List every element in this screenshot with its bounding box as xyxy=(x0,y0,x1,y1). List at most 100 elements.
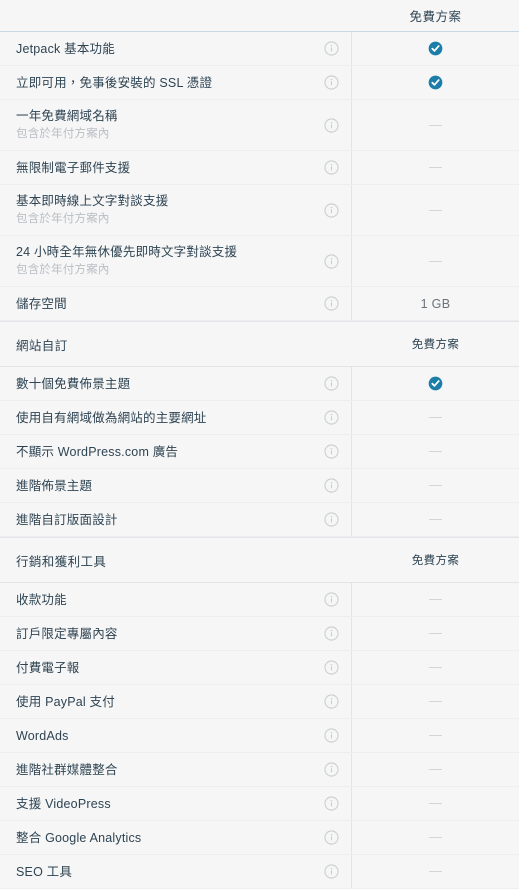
feature-title: Jetpack 基本功能 xyxy=(16,41,115,56)
feature-row: 使用 PayPal 支付 xyxy=(0,685,519,719)
feature-title: 一年免費網域名稱 xyxy=(16,109,118,123)
feature-row: 儲存空間 1 GB xyxy=(0,287,519,321)
info-icon[interactable] xyxy=(324,253,339,269)
feature-title: 付費電子報 xyxy=(16,660,80,675)
plan-value-cell xyxy=(352,367,519,400)
feature-title: 基本即時線上文字對談支援 xyxy=(16,194,169,208)
feature-title: 24 小時全年無休優先即時文字對談支援 xyxy=(16,245,238,259)
feature-cell: 一年免費網域名稱 包含於年付方案內 xyxy=(0,100,352,150)
dash-icon xyxy=(429,260,442,262)
feature-text: Jetpack 基本功能 xyxy=(16,33,316,65)
plan-value-cell xyxy=(352,651,519,684)
info-icon[interactable] xyxy=(324,864,339,879)
dash-icon xyxy=(429,599,442,600)
info-icon[interactable] xyxy=(324,160,339,175)
feature-cell: 訂戶限定專屬內容 xyxy=(0,617,352,650)
feature-row: Jetpack 基本功能 xyxy=(0,32,519,66)
info-icon[interactable] xyxy=(324,796,339,811)
feature-text: 收款功能 xyxy=(16,584,316,616)
feature-cell: 付費電子報 xyxy=(0,651,352,684)
feature-row: 進階社群媒體整合 xyxy=(0,753,519,787)
info-icon[interactable] xyxy=(324,410,339,425)
check-circle-icon xyxy=(428,75,443,90)
plan-value-cell xyxy=(352,855,519,888)
feature-title: 使用自有網域做為網站的主要網址 xyxy=(16,410,207,425)
info-icon[interactable] xyxy=(324,478,339,493)
feature-row: 無限制電子郵件支援 xyxy=(0,151,519,185)
plan-value-cell xyxy=(352,185,519,235)
plan-value-cell xyxy=(352,32,519,65)
plan-value-cell xyxy=(352,435,519,468)
feature-text: WordAds xyxy=(16,720,316,752)
feature-cell: 數十個免費佈景主題 xyxy=(0,367,352,400)
info-icon[interactable] xyxy=(324,626,339,641)
dash-icon xyxy=(429,701,442,702)
feature-cell: Jetpack 基本功能 xyxy=(0,32,352,65)
dash-icon xyxy=(429,451,442,452)
info-icon[interactable] xyxy=(324,830,339,845)
feature-text: 支援 VideoPress xyxy=(16,788,316,820)
table-header-row: 免費方案 xyxy=(0,0,519,32)
feature-cell: 使用 PayPal 支付 xyxy=(0,685,352,718)
section-title: 網站自訂 xyxy=(16,338,68,353)
feature-text: 整合 Google Analytics xyxy=(16,822,316,854)
feature-row: 24 小時全年無休優先即時文字對談支援 包含於年付方案內 xyxy=(0,236,519,287)
feature-text: 使用 PayPal 支付 xyxy=(16,686,316,718)
feature-text: 立即可用，免事後安裝的 SSL 憑證 xyxy=(16,67,316,99)
feature-row: 收款功能 xyxy=(0,583,519,617)
plan-value-cell xyxy=(352,503,519,536)
plan-value-cell xyxy=(352,236,519,286)
feature-text: 進階自訂版面設計 xyxy=(16,504,316,536)
feature-title: 進階佈景主題 xyxy=(16,478,93,493)
info-icon[interactable] xyxy=(324,762,339,777)
feature-title: 立即可用，免事後安裝的 SSL 憑證 xyxy=(16,75,213,90)
dash-icon xyxy=(429,837,442,838)
section-header: 網站自訂 免費方案 xyxy=(0,321,519,367)
section-title: 行銷和獲利工具 xyxy=(16,554,107,569)
feature-row: 不顯示 WordPress.com 廣告 xyxy=(0,435,519,469)
feature-text: 不顯示 WordPress.com 廣告 xyxy=(16,436,316,468)
dash-icon xyxy=(429,769,442,770)
dash-icon xyxy=(429,124,442,126)
dash-icon xyxy=(429,735,442,736)
info-icon[interactable] xyxy=(324,376,339,391)
dash-icon xyxy=(429,167,442,168)
section-plan-label: 免費方案 xyxy=(411,339,460,351)
feature-title: 收款功能 xyxy=(16,592,67,607)
feature-cell: 立即可用，免事後安裝的 SSL 憑證 xyxy=(0,66,352,99)
info-icon[interactable] xyxy=(324,444,339,459)
dash-icon xyxy=(429,485,442,486)
feature-text: 基本即時線上文字對談支援 包含於年付方案內 xyxy=(16,185,316,235)
info-icon[interactable] xyxy=(324,75,339,90)
check-circle-icon xyxy=(428,376,443,391)
feature-title: 使用 PayPal 支付 xyxy=(16,694,115,709)
feature-row: 基本即時線上文字對談支援 包含於年付方案內 xyxy=(0,185,519,236)
info-icon[interactable] xyxy=(324,41,339,56)
info-icon[interactable] xyxy=(324,694,339,709)
feature-text: 進階社群媒體整合 xyxy=(16,754,316,786)
info-icon[interactable] xyxy=(324,660,339,675)
plan-value-cell xyxy=(352,100,519,150)
feature-subtitle: 包含於年付方案內 xyxy=(16,213,110,225)
plan-value-cell xyxy=(352,66,519,99)
plan-value-cell: 1 GB xyxy=(352,287,519,320)
feature-row: WordAds xyxy=(0,719,519,753)
info-icon[interactable] xyxy=(324,202,339,218)
info-icon[interactable] xyxy=(324,512,339,527)
feature-cell: 使用自有網域做為網站的主要網址 xyxy=(0,401,352,434)
header-plan-column-label: 免費方案 xyxy=(409,10,462,24)
info-icon[interactable] xyxy=(324,296,339,311)
info-icon[interactable] xyxy=(324,728,339,743)
feature-title: 進階自訂版面設計 xyxy=(16,512,118,527)
feature-cell: 無限制電子郵件支援 xyxy=(0,151,352,184)
feature-cell: SEO 工具 xyxy=(0,855,352,888)
info-icon[interactable] xyxy=(324,592,339,607)
info-icon[interactable] xyxy=(324,117,339,133)
feature-cell: 整合 Google Analytics xyxy=(0,821,352,854)
feature-text: 使用自有網域做為網站的主要網址 xyxy=(16,402,316,434)
plan-value-cell xyxy=(352,685,519,718)
feature-cell: 支援 VideoPress xyxy=(0,787,352,820)
section-header: 行銷和獲利工具 免費方案 xyxy=(0,537,519,583)
feature-cell: WordAds xyxy=(0,719,352,752)
feature-title: 儲存空間 xyxy=(16,296,67,311)
